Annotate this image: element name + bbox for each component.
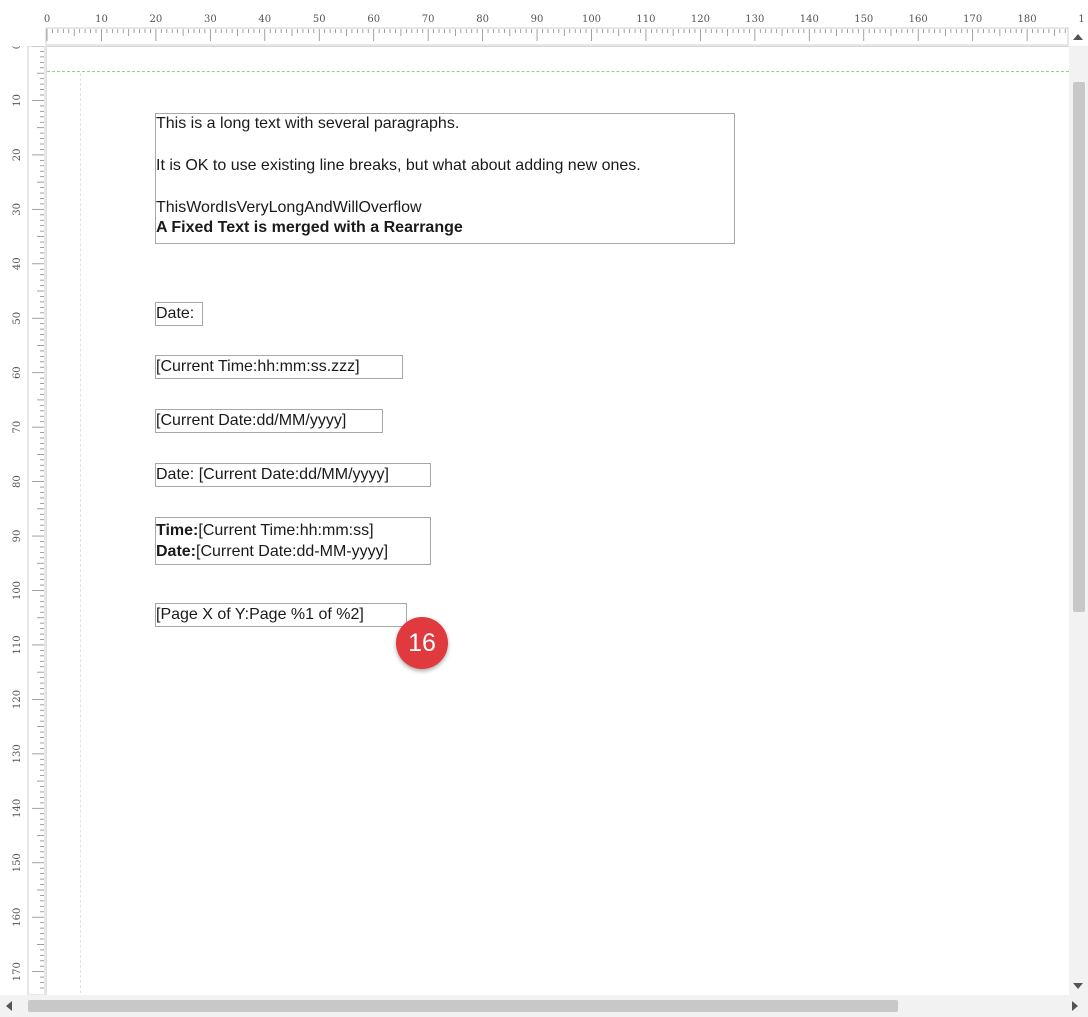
margin-guide-left <box>80 73 81 995</box>
ruler-top-label: 1 <box>1078 14 1084 25</box>
date-label-field[interactable]: Date: <box>155 302 203 326</box>
ruler-left-label: 140 <box>12 799 23 818</box>
ruler-top-label: 140 <box>800 14 819 25</box>
step-number-badge: 16 <box>396 617 448 669</box>
scroll-right-arrow-icon[interactable] <box>1072 1001 1078 1011</box>
ruler-left-label: 170 <box>12 962 23 981</box>
page-x-of-y-field[interactable]: [Page X of Y:Page %1 of %2] <box>155 603 407 627</box>
scroll-left-arrow-icon[interactable] <box>6 1001 12 1011</box>
current-date-field[interactable]: [Current Date:dd/MM/yyyy] <box>155 409 383 433</box>
long-text-paragraph-2: It is OK to use existing line breaks, bu… <box>156 157 641 174</box>
ruler-left-label: 50 <box>12 312 23 325</box>
ruler-left-label: 60 <box>12 366 23 379</box>
date-label: Date: <box>156 543 197 560</box>
ruler-top-label: 50 <box>313 14 326 25</box>
ruler-top-label: 10 <box>95 14 108 25</box>
ruler-top-label: 120 <box>691 14 710 25</box>
long-text-paragraph-4: A Fixed Text is merged with a Rearrange <box>156 219 463 236</box>
ruler-left-label: 10 <box>12 94 23 107</box>
long-text-paragraph-1: This is a long text with several paragra… <box>156 115 460 132</box>
ruler-top-label: 70 <box>422 14 435 25</box>
ruler-top-label: 20 <box>150 14 163 25</box>
time-label: Time: <box>156 522 199 539</box>
ruler-top-label: 180 <box>1018 14 1037 25</box>
ruler-top-label: 0 <box>44 14 50 25</box>
time-date-field[interactable]: Time:[Current Time:hh:mm:ss] Date:[Curre… <box>155 517 431 565</box>
horizontal-ruler: 0 10 20 30 40 50 60 70 80 90 100 110 120 130 140 150 160… <box>0 0 1088 47</box>
ruler-left-label: 100 <box>12 581 23 600</box>
ruler-band <box>27 45 46 996</box>
ruler-left-label: 30 <box>12 203 23 216</box>
ruler-top-label: 150 <box>854 14 873 25</box>
ruler-left-label: 90 <box>12 530 23 543</box>
ruler-top-label: 100 <box>582 14 601 25</box>
ruler-top-label: 170 <box>963 14 982 25</box>
date-with-current-date-field[interactable]: Date: [Current Date:dd/MM/yyyy] <box>155 463 431 487</box>
ruler-top-label: 40 <box>258 14 271 25</box>
scroll-up-arrow-icon[interactable] <box>1073 34 1083 40</box>
horizontal-scrollbar-thumb[interactable] <box>28 1000 898 1012</box>
report-canvas[interactable]: This is a long text with several paragra… <box>47 47 1069 995</box>
ruler-left-label: 0 <box>12 46 23 49</box>
ruler-top-label: 160 <box>909 14 928 25</box>
ruler-left-label: 130 <box>12 744 23 763</box>
date-value: [Current Date:dd-MM-yyyy] <box>196 543 389 560</box>
scroll-down-arrow-icon[interactable] <box>1073 983 1083 989</box>
ruler-left-label: 70 <box>12 421 23 434</box>
vertical-scrollbar[interactable] <box>1069 46 1088 995</box>
horizontal-scrollbar[interactable] <box>0 995 1088 1017</box>
ruler-left-label: 150 <box>12 853 23 872</box>
ruler-top-label: 90 <box>531 14 544 25</box>
ruler-left-label: 40 <box>12 257 23 270</box>
vertical-ruler-scale: 0 10 20 30 40 50 60 70 80 90 100 110 120 130 140 150 160… <box>12 43 46 996</box>
vertical-scrollbar-thumb[interactable] <box>1073 82 1085 612</box>
current-time-field[interactable]: [Current Time:hh:mm:ss.zzz] <box>155 355 403 379</box>
ruler-left-label: 120 <box>12 690 23 709</box>
long-text-paragraph-3: ThisWordIsVeryLongAndWillOverflow <box>156 199 422 216</box>
ruler-left-label: 80 <box>12 475 23 488</box>
horizontal-ruler-scale: 0 10 20 30 40 50 60 70 80 90 100 110 120 130 140 150 160… <box>44 14 1085 46</box>
margin-guide-top <box>47 71 1069 72</box>
ruler-top-label: 60 <box>367 14 380 25</box>
long-text-field[interactable]: This is a long text with several paragra… <box>155 113 735 244</box>
ruler-left-label: 20 <box>12 149 23 162</box>
ruler-top-label: 30 <box>204 14 217 25</box>
ruler-top-label: 130 <box>745 14 764 25</box>
vertical-ruler: 0 10 20 30 40 50 60 70 80 90 100 110 120 130 140 150 160… <box>0 43 47 996</box>
ruler-left-label: 160 <box>12 908 23 927</box>
ruler-top-label: 80 <box>476 14 489 25</box>
ruler-top-label: 110 <box>636 14 655 25</box>
ruler-left-label: 110 <box>12 635 23 654</box>
time-value: [Current Time:hh:mm:ss] <box>198 522 374 539</box>
